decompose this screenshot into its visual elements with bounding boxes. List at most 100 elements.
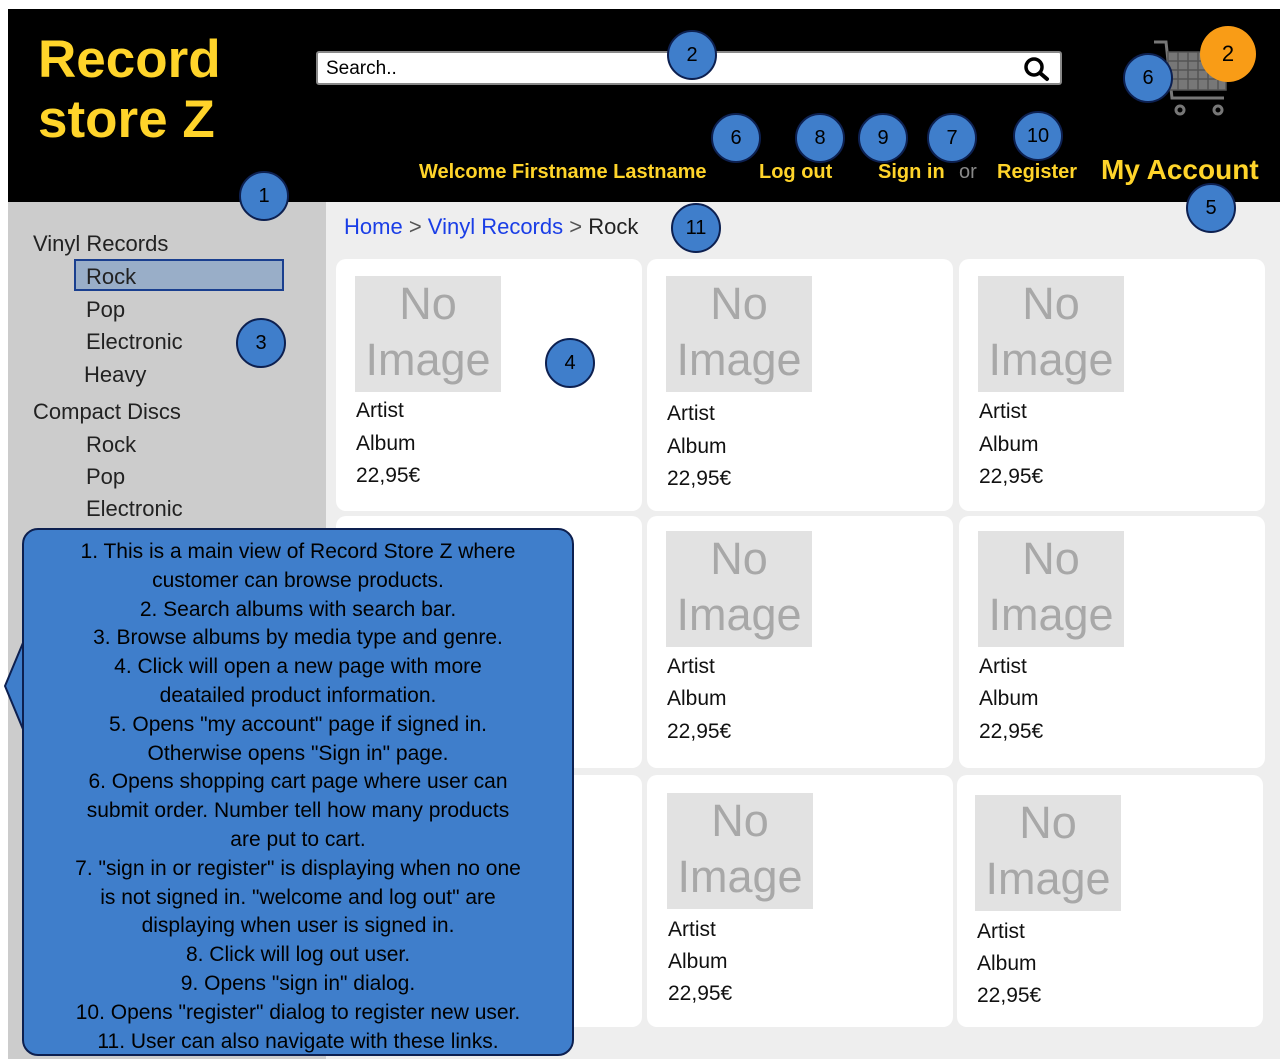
product-image-placeholder: No Image — [355, 276, 501, 392]
product-price: 22,95€ — [667, 467, 732, 490]
product-image-placeholder: No Image — [978, 531, 1124, 647]
product-album: Album — [667, 435, 727, 458]
annotation-badge: 6 — [711, 113, 761, 163]
note-line: Otherwise opens "Sign in" page. — [147, 741, 449, 765]
note-line: displaying when user is signed in. — [141, 914, 455, 938]
annotation-badge: 2 — [667, 30, 717, 80]
placeholder-text: No — [711, 795, 769, 846]
product-price: 22,95€ — [668, 982, 733, 1005]
product-artist: Artist — [668, 918, 716, 941]
product-card[interactable]: No Image Artist Album 22,95€ — [647, 775, 953, 1027]
product-album: Album — [668, 950, 728, 973]
product-image-placeholder: No Image — [667, 793, 813, 909]
placeholder-text: No — [1022, 533, 1080, 584]
placeholder-text: Image — [985, 853, 1111, 904]
product-artist: Artist — [356, 399, 404, 422]
annotation-badge: 11 — [671, 203, 721, 253]
annotation-badge: 8 — [795, 113, 845, 163]
note-line: 2. Search albums with search bar. — [139, 597, 457, 621]
annotation-badge: 5 — [1186, 183, 1236, 233]
annotation-badge: 1 — [239, 171, 289, 221]
product-card[interactable]: No Image Artist Album 22,95€ — [959, 259, 1265, 511]
note-line: is not signed in. "welcome and log out" … — [100, 885, 496, 909]
product-artist: Artist — [977, 920, 1025, 943]
placeholder-text: Image — [676, 589, 802, 640]
placeholder-text: No — [399, 278, 457, 329]
note-line: are put to cart. — [230, 827, 366, 851]
note-line: 7. "sign in or register" is displaying w… — [75, 856, 521, 880]
product-image-placeholder: No Image — [978, 276, 1124, 392]
annotation-note: 1. This is a main view of Record Store Z… — [22, 528, 574, 1056]
note-line: 6. Opens shopping cart page where user c… — [88, 770, 508, 794]
product-price: 22,95€ — [979, 720, 1044, 743]
sidebar-item-cd-electronic[interactable]: Electronic — [86, 496, 183, 522]
annotation-badge: 3 — [236, 318, 286, 368]
note-line: submit order. Number tell how many produ… — [86, 799, 510, 823]
sidebar-item-vinyl-rock[interactable]: Rock — [86, 264, 136, 290]
category-vinyl-records[interactable]: Vinyl Records — [33, 231, 168, 257]
product-card[interactable]: No Image Artist Album 22,95€ — [647, 259, 953, 511]
sidebar-item-vinyl-heavy[interactable]: Heavy — [84, 362, 146, 388]
placeholder-text: No — [1022, 278, 1080, 329]
logo-line-1: Record — [38, 30, 221, 89]
product-price: 22,95€ — [356, 464, 421, 487]
annotation-badge: 6 — [1123, 53, 1173, 103]
breadcrumb-category[interactable]: Vinyl Records — [428, 214, 563, 239]
product-album: Album — [667, 687, 727, 710]
placeholder-text: No — [710, 533, 768, 584]
my-account-link[interactable]: My Account — [1101, 154, 1259, 186]
breadcrumb-current: Rock — [588, 214, 639, 239]
logo-line-2: store Z — [38, 90, 215, 149]
annotation-badge: 7 — [927, 113, 977, 163]
or-text: or — [959, 161, 977, 183]
site-logo[interactable]: Record store Z — [38, 30, 298, 150]
note-line: 4. Click will open a new page with more — [114, 655, 482, 679]
note-line: 5. Opens "my account" page if signed in. — [109, 712, 487, 736]
product-artist: Artist — [667, 655, 715, 678]
product-artist: Artist — [979, 400, 1027, 423]
sidebar-item-vinyl-pop[interactable]: Pop — [86, 297, 125, 323]
product-price: 22,95€ — [667, 720, 732, 743]
search-icon[interactable] — [1022, 56, 1052, 87]
note-line: 11. User can also navigate with these li… — [97, 1029, 499, 1053]
placeholder-text: Image — [677, 851, 803, 902]
logout-link[interactable]: Log out — [759, 161, 832, 184]
product-image-placeholder: No Image — [666, 276, 812, 392]
note-line: 9. Opens "sign in" dialog. — [180, 971, 416, 995]
note-line: 1. This is a main view of Record Store Z… — [80, 540, 516, 563]
placeholder-text: Image — [988, 589, 1114, 640]
sidebar-item-cd-rock[interactable]: Rock — [86, 432, 136, 458]
annotation-badge: 9 — [858, 113, 908, 163]
search-input[interactable] — [326, 57, 1006, 81]
placeholder-text: Image — [365, 334, 491, 385]
breadcrumb-separator: > — [408, 214, 422, 239]
welcome-text: Welcome Firstname Lastname — [419, 161, 707, 183]
register-link[interactable]: Register — [997, 161, 1077, 184]
product-album: Album — [356, 432, 416, 455]
product-album: Album — [977, 952, 1037, 975]
annotation-badge: 4 — [545, 338, 595, 388]
breadcrumb-separator: > — [569, 214, 583, 239]
sidebar-item-cd-pop[interactable]: Pop — [86, 464, 125, 490]
placeholder-text: No — [710, 278, 768, 329]
product-album: Album — [979, 433, 1039, 456]
product-price: 22,95€ — [979, 465, 1044, 488]
note-line: customer can browse products. — [152, 568, 444, 592]
note-line: 3. Browse albums by media type and genre… — [93, 626, 503, 650]
product-card[interactable]: No Image Artist Album 22,95€ — [336, 259, 642, 511]
product-card[interactable]: No Image Artist Album 22,95€ — [959, 516, 1265, 768]
product-card[interactable]: No Image Artist Album 22,95€ — [957, 775, 1263, 1027]
placeholder-text: Image — [676, 334, 802, 385]
product-price: 22,95€ — [977, 984, 1042, 1007]
product-card[interactable]: No Image Artist Album 22,95€ — [647, 516, 953, 768]
note-line: deatailed product information. — [159, 683, 437, 707]
product-artist: Artist — [979, 655, 1027, 678]
product-artist: Artist — [667, 402, 715, 425]
placeholder-text: No — [1019, 797, 1077, 848]
sidebar-item-vinyl-electronic[interactable]: Electronic — [86, 329, 183, 355]
placeholder-text: Image — [988, 334, 1114, 385]
cart-count-badge[interactable]: 2 — [1200, 26, 1256, 82]
sign-in-link[interactable]: Sign in — [878, 161, 945, 184]
category-compact-discs[interactable]: Compact Discs — [33, 399, 181, 425]
breadcrumb-home[interactable]: Home — [344, 214, 403, 239]
